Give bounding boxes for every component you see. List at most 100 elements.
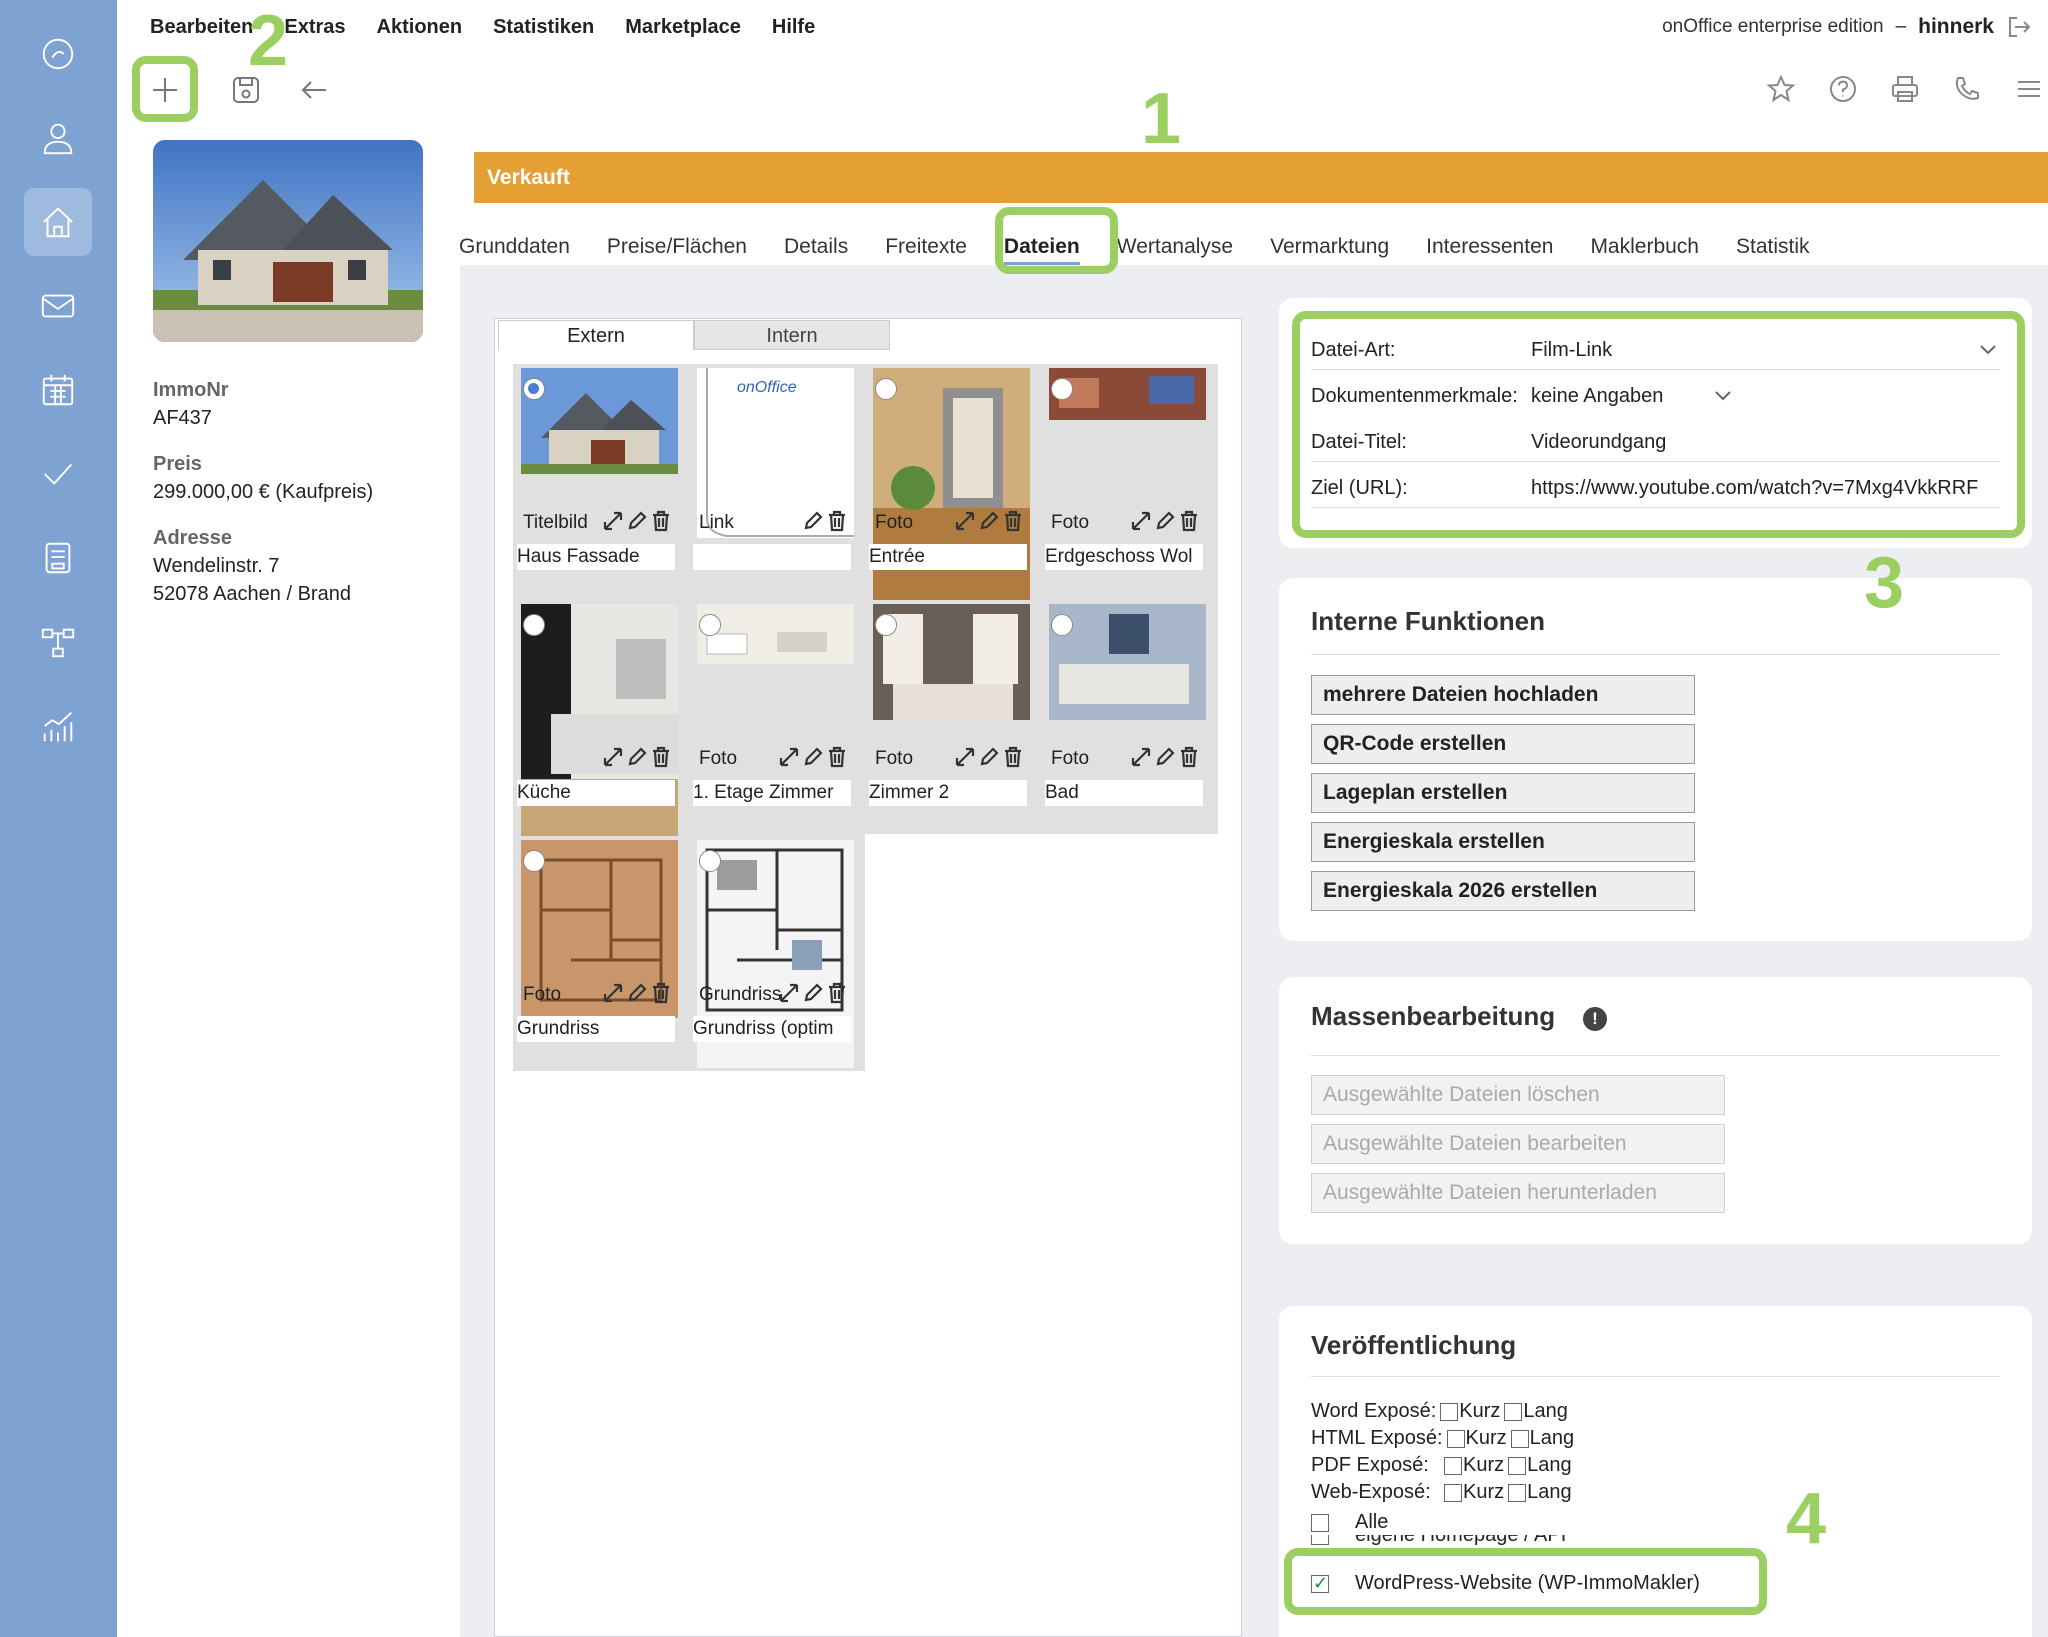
file-tile[interactable]: Grundriss Grundriss (optim [689, 836, 854, 1073]
menu-bearbeiten[interactable]: Bearbeiten [150, 12, 253, 42]
back-button[interactable] [288, 64, 340, 116]
homepage-checkbox[interactable] [1311, 1535, 1329, 1545]
edit-icon[interactable] [626, 746, 648, 768]
help-icon[interactable] [1828, 74, 1858, 104]
download-selected-button[interactable]: Ausgewählte Dateien herunterladen [1311, 1173, 1725, 1213]
pdf-kurz-checkbox[interactable] [1444, 1456, 1462, 1475]
file-select-radio[interactable] [1051, 614, 1073, 636]
nav-properties[interactable] [24, 188, 92, 256]
nav-workflow[interactable] [24, 608, 92, 676]
file-name: Küche [517, 780, 675, 806]
file-type: Titelbild [523, 512, 588, 533]
file-tile[interactable]: onOffice Link [689, 364, 854, 601]
file-tile[interactable]: Foto Zimmer 2 [865, 600, 1030, 837]
edit-icon[interactable] [626, 982, 648, 1004]
html-lang-checkbox[interactable] [1510, 1429, 1529, 1448]
nav-statistics[interactable] [24, 692, 92, 760]
trash-icon[interactable] [826, 982, 848, 1004]
nav-tasks[interactable] [24, 440, 92, 508]
alle-checkbox[interactable] [1311, 1513, 1329, 1532]
trash-icon[interactable] [650, 746, 672, 768]
logout-icon[interactable] [2006, 14, 2032, 40]
expand-icon[interactable] [954, 746, 976, 768]
menu-statistiken[interactable]: Statistiken [493, 12, 594, 42]
html-expose-label: HTML Exposé: [1311, 1427, 1443, 1449]
energieskala-2026-button[interactable]: Energieskala 2026 erstellen [1311, 871, 1695, 911]
expand-icon[interactable] [1130, 746, 1152, 768]
tab-extern[interactable]: Extern [498, 320, 694, 350]
menu-extras[interactable]: Extras [284, 12, 345, 42]
file-select-radio[interactable] [875, 378, 897, 400]
file-select-radio[interactable] [699, 850, 721, 872]
expand-icon[interactable] [954, 510, 976, 532]
edit-icon[interactable] [626, 510, 648, 532]
pdf-lang-checkbox[interactable] [1508, 1456, 1527, 1475]
nav-documents[interactable] [24, 524, 92, 592]
file-tile[interactable]: Küche [513, 600, 678, 837]
trash-icon[interactable] [650, 510, 672, 532]
trash-icon[interactable] [1178, 746, 1200, 768]
edit-icon[interactable] [1154, 746, 1176, 768]
web-kurz-checkbox[interactable] [1444, 1483, 1462, 1502]
hamburger-menu-icon[interactable] [2014, 74, 2044, 104]
info-icon[interactable]: ! [1583, 1007, 1607, 1031]
expand-icon[interactable] [602, 510, 624, 532]
edit-icon[interactable] [978, 510, 1000, 532]
highlight-file-form [1292, 311, 2025, 538]
file-tile[interactable]: Foto 1. Etage Zimmer [689, 600, 854, 837]
html-kurz-checkbox[interactable] [1446, 1429, 1465, 1448]
edit-icon[interactable] [802, 510, 824, 532]
file-select-radio[interactable] [875, 614, 897, 636]
nav-contacts[interactable] [24, 104, 92, 172]
lageplan-button[interactable]: Lageplan erstellen [1311, 773, 1695, 813]
trash-icon[interactable] [826, 746, 848, 768]
edit-icon[interactable] [1154, 510, 1176, 532]
menu-marketplace[interactable]: Marketplace [625, 12, 741, 42]
edit-icon[interactable] [978, 746, 1000, 768]
menu-hilfe[interactable]: Hilfe [772, 12, 815, 42]
file-tile[interactable]: Foto Bad [1041, 600, 1206, 837]
word-lang-checkbox[interactable] [1504, 1402, 1523, 1421]
username[interactable]: hinnerk [1918, 12, 1994, 42]
nav-mail[interactable] [24, 272, 92, 340]
energieskala-button[interactable]: Energieskala erstellen [1311, 822, 1695, 862]
file-select-radio[interactable] [523, 850, 545, 872]
nav-calendar[interactable] [24, 356, 92, 424]
file-tile[interactable]: Foto Entrée [865, 364, 1030, 601]
adresse-label: Adresse [153, 527, 232, 549]
phone-icon[interactable] [1952, 74, 1982, 104]
file-actions [802, 510, 848, 532]
file-tile[interactable]: Titelbild Haus Fassade [513, 364, 678, 601]
file-tile[interactable]: Foto Grundriss [513, 836, 678, 1073]
expand-icon[interactable] [602, 746, 624, 768]
header-tools [1766, 74, 2044, 104]
edit-icon[interactable] [802, 746, 824, 768]
expand-icon[interactable] [778, 746, 800, 768]
trash-icon[interactable] [1002, 510, 1024, 532]
nav-dashboard[interactable] [24, 20, 92, 88]
delete-selected-button[interactable]: Ausgewählte Dateien löschen [1311, 1075, 1725, 1115]
edit-selected-button[interactable]: Ausgewählte Dateien bearbeiten [1311, 1124, 1725, 1164]
trash-icon[interactable] [1178, 510, 1200, 532]
file-select-radio[interactable] [523, 378, 545, 400]
expand-icon[interactable] [1130, 510, 1152, 532]
print-icon[interactable] [1890, 74, 1920, 104]
file-select-radio[interactable] [523, 614, 545, 636]
file-select-radio[interactable] [1051, 378, 1073, 400]
trash-icon[interactable] [826, 510, 848, 532]
expand-icon[interactable] [778, 982, 800, 1004]
expand-icon[interactable] [602, 982, 624, 1004]
file-select-radio[interactable] [699, 614, 721, 636]
trash-icon[interactable] [650, 982, 672, 1004]
menu-aktionen[interactable]: Aktionen [377, 12, 463, 42]
trash-icon[interactable] [1002, 746, 1024, 768]
web-lang-checkbox[interactable] [1508, 1483, 1527, 1502]
property-photo [153, 140, 423, 342]
star-icon[interactable] [1766, 74, 1796, 104]
tab-intern[interactable]: Intern [694, 320, 890, 350]
upload-multiple-button[interactable]: mehrere Dateien hochladen [1311, 675, 1695, 715]
edit-icon[interactable] [802, 982, 824, 1004]
word-kurz-checkbox[interactable] [1440, 1402, 1459, 1421]
qr-code-button[interactable]: QR-Code erstellen [1311, 724, 1695, 764]
file-tile[interactable]: Foto Erdgeschoss Wol [1041, 364, 1206, 601]
